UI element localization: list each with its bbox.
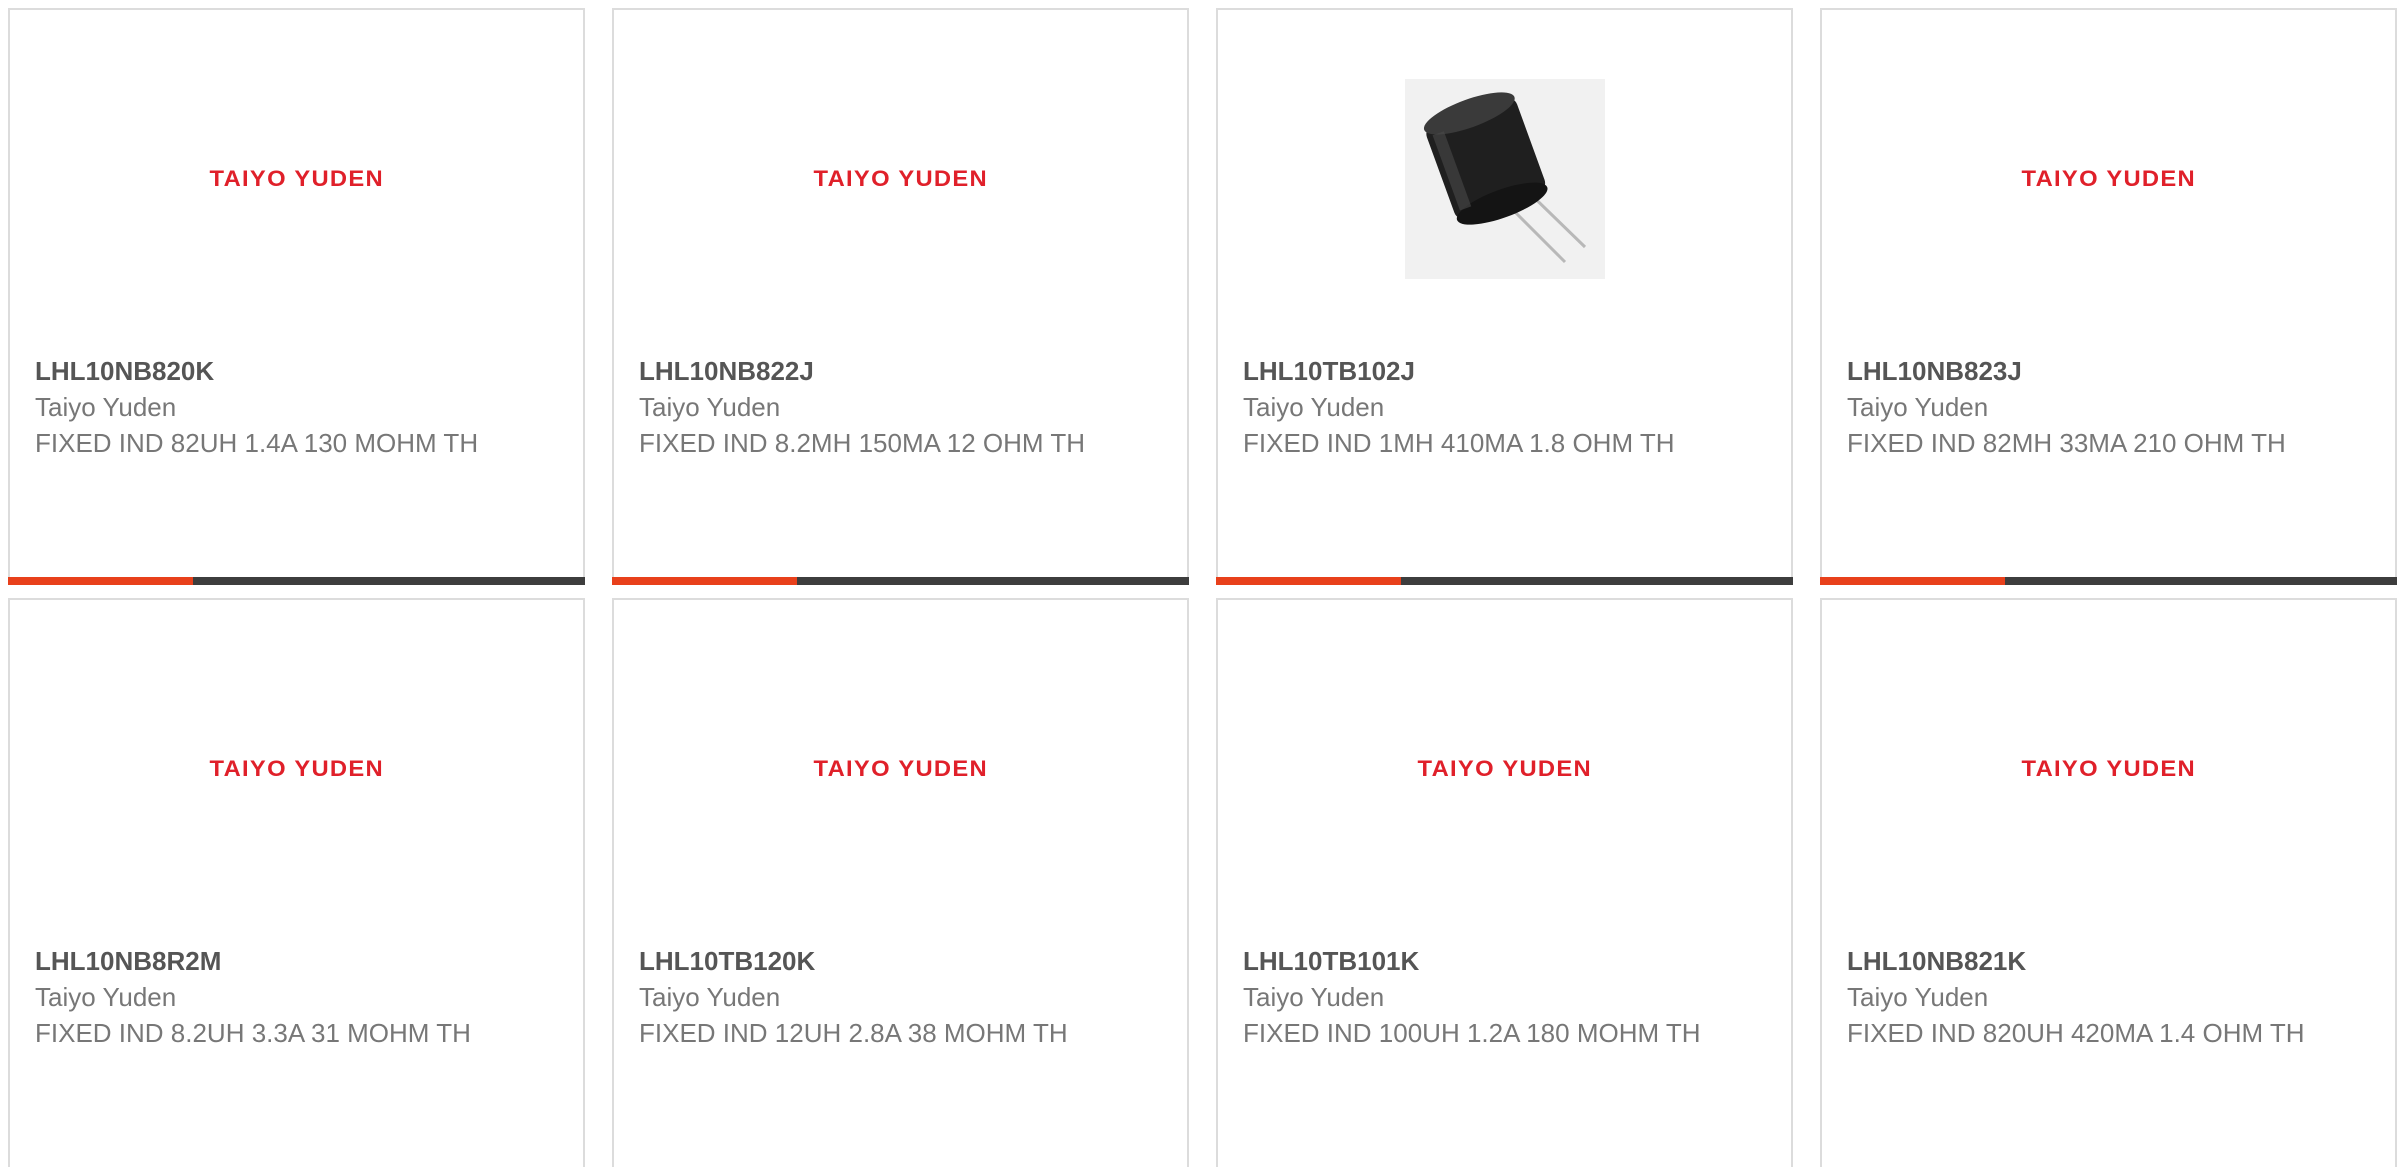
product-image: TAIYO YUDEN bbox=[614, 600, 1187, 938]
taiyo-yuden-logo: TAIYO YUDEN bbox=[209, 166, 384, 191]
card-footer-bar bbox=[8, 577, 585, 585]
part-number[interactable]: LHL10NB820K bbox=[35, 353, 493, 389]
taiyo-yuden-logo: TAIYO YUDEN bbox=[2021, 166, 2196, 191]
product-card[interactable]: TAIYO YUDEN LHL10TB120K Taiyo Yuden FIXE… bbox=[612, 598, 1189, 1167]
product-image: TAIYO YUDEN bbox=[614, 10, 1187, 348]
taiyo-yuden-logo: TAIYO YUDEN bbox=[2021, 756, 2196, 781]
manufacturer: Taiyo Yuden bbox=[1847, 982, 1989, 1012]
part-number[interactable]: LHL10NB8R2M bbox=[35, 943, 493, 979]
taiyo-yuden-logo: TAIYO YUDEN bbox=[1417, 756, 1592, 781]
product-description: FIXED IND 8.2MH 150MA 12 OHM TH bbox=[639, 428, 1085, 458]
product-description: FIXED IND 100UH 1.2A 180 MOHM TH bbox=[1243, 1018, 1701, 1048]
manufacturer: Taiyo Yuden bbox=[639, 982, 781, 1012]
product-image: TAIYO YUDEN bbox=[1822, 10, 2395, 348]
product-card[interactable]: LHL10TB102J Taiyo Yuden FIXED IND 1MH 41… bbox=[1216, 8, 1793, 585]
card-footer-bar bbox=[612, 577, 1189, 585]
card-footer-bar bbox=[1820, 577, 2397, 585]
product-description: FIXED IND 12UH 2.8A 38 MOHM TH bbox=[639, 1018, 1068, 1048]
product-image: TAIYO YUDEN bbox=[1218, 600, 1791, 938]
part-number[interactable]: LHL10NB823J bbox=[1847, 353, 2305, 389]
part-number[interactable]: LHL10TB101K bbox=[1243, 943, 1701, 979]
product-description: FIXED IND 82UH 1.4A 130 MOHM TH bbox=[35, 428, 479, 458]
manufacturer: Taiyo Yuden bbox=[35, 392, 177, 422]
product-description: FIXED IND 82MH 33MA 210 OHM TH bbox=[1847, 428, 2286, 458]
product-image bbox=[1218, 10, 1791, 348]
taiyo-yuden-logo: TAIYO YUDEN bbox=[209, 756, 384, 781]
product-description: FIXED IND 820UH 420MA 1.4 OHM TH bbox=[1847, 1018, 2305, 1048]
inductor-photo bbox=[1404, 79, 1605, 279]
manufacturer: Taiyo Yuden bbox=[1243, 392, 1385, 422]
product-description: FIXED IND 8.2UH 3.3A 31 MOHM TH bbox=[35, 1018, 471, 1048]
part-number[interactable]: LHL10TB102J bbox=[1243, 353, 1701, 389]
product-image: TAIYO YUDEN bbox=[10, 10, 583, 348]
manufacturer: Taiyo Yuden bbox=[1243, 982, 1385, 1012]
part-number[interactable]: LHL10NB821K bbox=[1847, 943, 2305, 979]
product-image: TAIYO YUDEN bbox=[10, 600, 583, 938]
taiyo-yuden-logo: TAIYO YUDEN bbox=[813, 166, 988, 191]
taiyo-yuden-logo: TAIYO YUDEN bbox=[813, 756, 988, 781]
card-footer-bar bbox=[1216, 577, 1793, 585]
product-image: TAIYO YUDEN bbox=[1822, 600, 2395, 938]
product-card[interactable]: TAIYO YUDEN LHL10NB820K Taiyo Yuden FIXE… bbox=[8, 8, 585, 585]
product-card[interactable]: TAIYO YUDEN LHL10NB823J Taiyo Yuden FIXE… bbox=[1820, 8, 2397, 585]
manufacturer: Taiyo Yuden bbox=[35, 982, 177, 1012]
part-number[interactable]: LHL10TB120K bbox=[639, 943, 1097, 979]
product-card[interactable]: TAIYO YUDEN LHL10NB8R2M Taiyo Yuden FIXE… bbox=[8, 598, 585, 1167]
part-number[interactable]: LHL10NB822J bbox=[639, 353, 1097, 389]
product-grid: TAIYO YUDEN LHL10NB820K Taiyo Yuden FIXE… bbox=[0, 0, 2400, 1167]
product-card[interactable]: TAIYO YUDEN LHL10NB821K Taiyo Yuden FIXE… bbox=[1820, 598, 2397, 1167]
inductor-icon bbox=[1404, 79, 1605, 279]
manufacturer: Taiyo Yuden bbox=[639, 392, 781, 422]
product-description: FIXED IND 1MH 410MA 1.8 OHM TH bbox=[1243, 428, 1675, 458]
product-card[interactable]: TAIYO YUDEN LHL10NB822J Taiyo Yuden FIXE… bbox=[612, 8, 1189, 585]
product-card[interactable]: TAIYO YUDEN LHL10TB101K Taiyo Yuden FIXE… bbox=[1216, 598, 1793, 1167]
manufacturer: Taiyo Yuden bbox=[1847, 392, 1989, 422]
